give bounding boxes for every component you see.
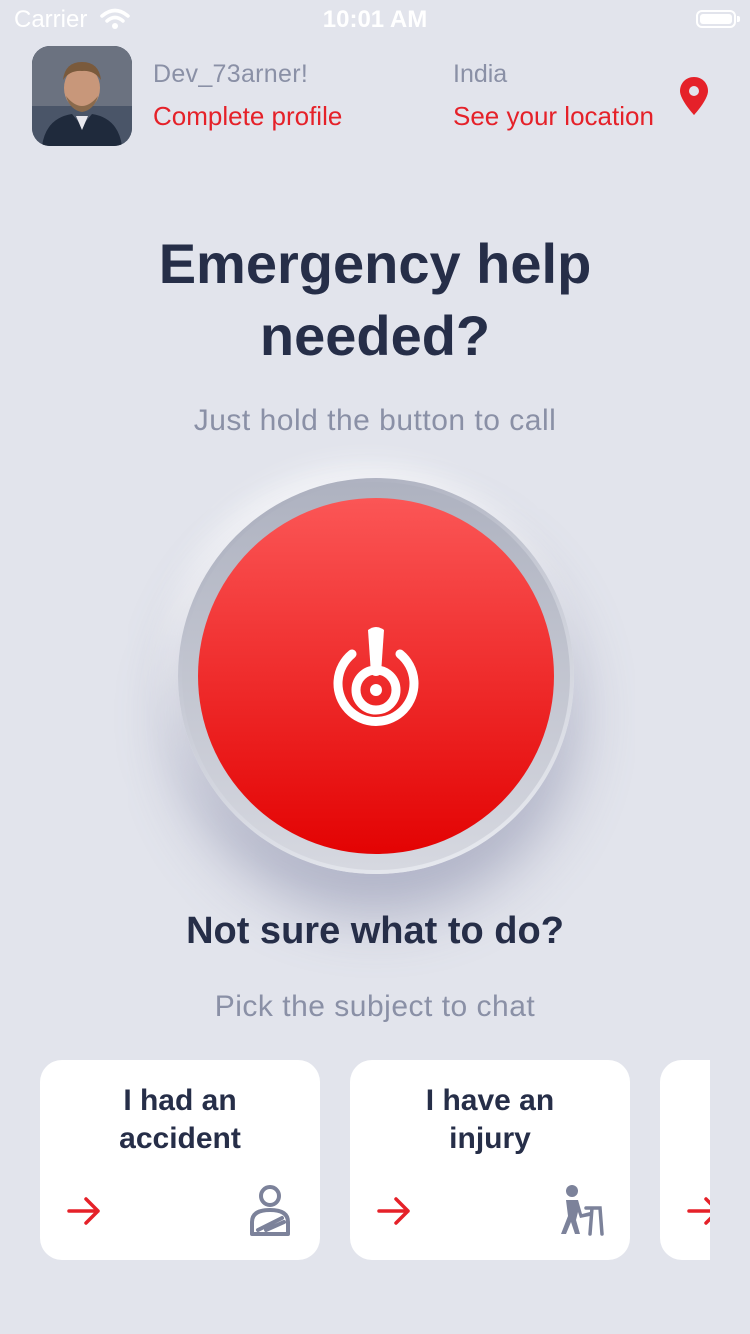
arrow-right-icon (686, 1196, 710, 1231)
sos-button-frame (178, 478, 574, 874)
card-accident[interactable]: I had an accident (40, 1060, 320, 1260)
card-injury[interactable]: I have an injury (350, 1060, 630, 1260)
arrow-right-icon (376, 1196, 412, 1231)
user-name: Dev_73arner! (153, 60, 309, 88)
card-title: I have an injury (425, 1084, 555, 1155)
page-title: Emergency help needed? (158, 232, 592, 367)
emergency-call-button[interactable] (198, 498, 554, 854)
person-walker-icon (556, 1184, 604, 1241)
help-question: Not sure what to do? (186, 910, 564, 952)
card-title: I had an accident (119, 1084, 241, 1155)
pick-subject-hint: Pick the subject to chat (214, 990, 536, 1023)
card-more[interactable] (660, 1060, 710, 1260)
see-location-link[interactable]: See your location (453, 101, 654, 132)
battery-icon (696, 10, 740, 28)
clock: 10:01 AM (322, 6, 428, 33)
status-bar: Carrier 10:01 AM (0, 0, 750, 40)
complete-profile-link[interactable]: Complete profile (153, 101, 342, 132)
country-label: India (453, 60, 508, 88)
avatar[interactable] (32, 46, 132, 146)
call-hint: Just hold the button to call (193, 404, 557, 437)
arrow-right-icon (66, 1196, 102, 1231)
injured-arm-icon (246, 1184, 294, 1241)
alert-target-icon (324, 622, 428, 739)
map-pin-icon[interactable] (678, 76, 710, 121)
subject-carousel[interactable]: I had an accident I have an injury (0, 1060, 710, 1260)
